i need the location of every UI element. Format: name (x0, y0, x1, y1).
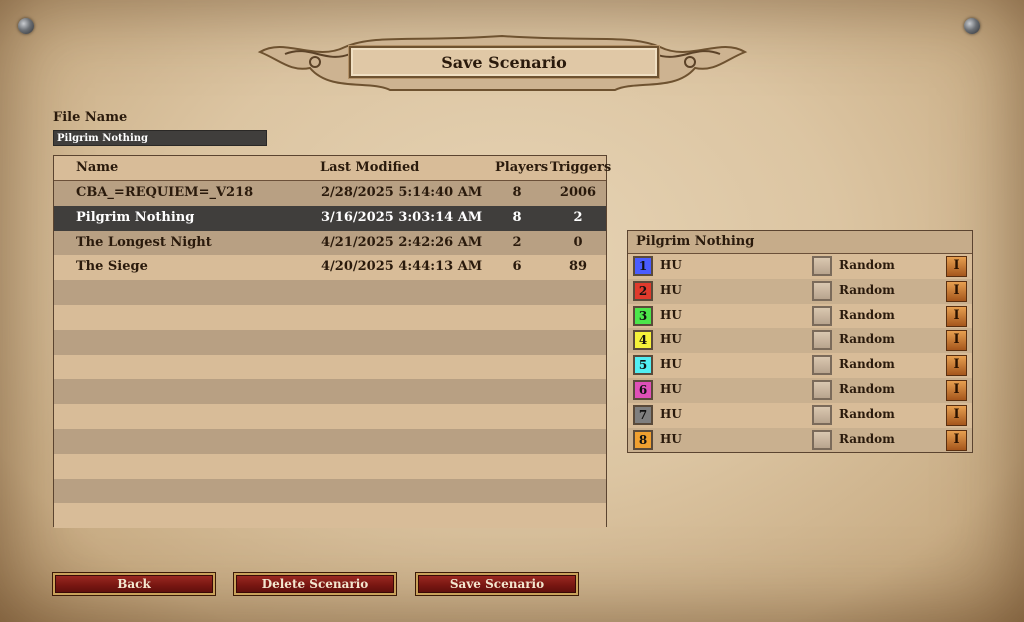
player-color-swatch[interactable]: 2 (633, 280, 653, 301)
empty-row (54, 478, 606, 504)
player-color-swatch[interactable]: 8 (633, 429, 653, 450)
player-color-swatch[interactable]: 5 (633, 355, 653, 376)
player-color-swatch[interactable]: 7 (633, 404, 653, 425)
file-name-label: File Name (53, 110, 128, 125)
player-color-swatch[interactable]: 1 (633, 256, 653, 276)
column-header-name[interactable]: Name (76, 160, 118, 175)
file-name-input[interactable] (53, 130, 267, 146)
player-tool-button[interactable]: I (946, 256, 967, 277)
player-checkbox[interactable] (812, 379, 832, 400)
player-team: Random (839, 357, 895, 372)
scenario-modified: 4/20/2025 4:44:13 AM (321, 259, 483, 275)
scenario-name: Pilgrim Nothing (76, 209, 195, 225)
list-item-selected[interactable]: Pilgrim Nothing 3/16/2025 3:03:14 AM 8 2 (54, 205, 606, 231)
player-row: 2 HU Random I (628, 278, 972, 304)
list-item[interactable]: The Siege 4/20/2025 4:44:13 AM 6 89 (54, 255, 606, 281)
scenario-triggers: 89 (568, 259, 588, 275)
player-row: 7 HU Random I (628, 402, 972, 428)
scenario-name: The Longest Night (76, 234, 212, 250)
back-button[interactable]: Back (53, 573, 215, 595)
scenario-triggers: 0 (573, 234, 583, 250)
list-body: CBA_=REQUIEM=_V218 2/28/2025 5:14:40 AM … (54, 181, 606, 529)
scenario-modified: 3/16/2025 3:03:14 AM (321, 209, 483, 225)
empty-row (54, 379, 606, 405)
player-checkbox[interactable] (812, 330, 832, 351)
list-item[interactable]: CBA_=REQUIEM=_V218 2/28/2025 5:14:40 AM … (54, 181, 606, 206)
player-team: Random (839, 406, 895, 421)
players-panel-title: Pilgrim Nothing (628, 231, 972, 254)
player-civ: HU (660, 357, 682, 372)
player-civ: HU (660, 381, 682, 396)
page-title: Save Scenario (349, 46, 659, 78)
player-row: 5 HU Random I (628, 353, 972, 378)
player-checkbox[interactable] (812, 280, 832, 301)
player-tool-button[interactable]: I (946, 379, 967, 401)
player-team: Random (839, 282, 895, 297)
player-checkbox[interactable] (812, 355, 832, 376)
scenario-name: The Siege (76, 259, 148, 275)
empty-row (54, 428, 606, 454)
scenario-list: Name Last Modified Players Triggers CBA_… (53, 155, 611, 529)
scenario-players: 2 (512, 234, 522, 250)
player-tool-button[interactable]: I (946, 429, 967, 451)
player-team: Random (839, 431, 895, 446)
player-checkbox[interactable] (812, 429, 832, 450)
player-checkbox[interactable] (812, 305, 832, 326)
player-team: Random (839, 332, 895, 347)
player-tool-button[interactable]: I (946, 330, 967, 352)
player-color-swatch[interactable]: 3 (633, 305, 653, 326)
delete-scenario-button[interactable]: Delete Scenario (234, 573, 396, 595)
column-header-players[interactable]: Players (495, 160, 548, 175)
scenario-triggers: 2006 (559, 185, 597, 200)
player-row: 4 HU Random I (628, 328, 972, 354)
player-row: 6 HU Random I (628, 377, 972, 403)
save-scenario-button[interactable]: Save Scenario (416, 573, 578, 595)
scenario-modified: 4/21/2025 2:42:26 AM (321, 234, 483, 250)
list-header: Name Last Modified Players Triggers (54, 156, 611, 181)
player-row: 1 HU Random I (628, 254, 972, 279)
list-item[interactable]: The Longest Night 4/21/2025 2:42:26 AM 2… (54, 230, 606, 256)
rivet-icon (964, 18, 980, 34)
player-civ: HU (660, 307, 682, 322)
player-tool-button[interactable]: I (946, 355, 967, 377)
column-header-triggers[interactable]: Triggers (550, 160, 611, 175)
player-civ: HU (660, 332, 682, 347)
column-header-modified[interactable]: Last Modified (320, 160, 419, 175)
player-tool-button[interactable]: I (946, 280, 967, 302)
player-row: 8 HU Random I (628, 427, 972, 453)
scenario-players: 6 (512, 259, 522, 275)
empty-row (54, 280, 606, 305)
player-civ: HU (660, 258, 682, 272)
scenario-modified: 2/28/2025 5:14:40 AM (321, 185, 483, 200)
empty-row (54, 329, 606, 355)
empty-row (54, 304, 606, 330)
scenario-players: 8 (512, 185, 522, 200)
player-tool-button[interactable]: I (946, 305, 967, 327)
scenario-name: CBA_=REQUIEM=_V218 (76, 185, 254, 200)
player-civ: HU (660, 282, 682, 297)
scenario-players: 8 (512, 209, 522, 225)
players-list: 1 HU Random I 2 HU Random I 3 HU Random I 4 HU Random I… (628, 254, 972, 453)
player-color-swatch[interactable]: 4 (633, 330, 653, 351)
rivet-icon (18, 18, 34, 34)
player-tool-button[interactable]: I (946, 404, 967, 426)
player-team: Random (839, 381, 895, 396)
player-civ: HU (660, 406, 682, 421)
players-panel: Pilgrim Nothing 1 HU Random I 2 HU Random I 3 HU R… (627, 230, 973, 453)
scenario-triggers: 2 (573, 209, 583, 225)
player-team: Random (839, 307, 895, 322)
player-checkbox[interactable] (812, 256, 832, 276)
empty-row (54, 404, 606, 429)
empty-row (54, 354, 606, 380)
empty-row (54, 503, 606, 529)
empty-row (54, 453, 606, 479)
player-team: Random (839, 258, 895, 272)
player-checkbox[interactable] (812, 404, 832, 425)
player-row: 3 HU Random I (628, 303, 972, 329)
player-color-swatch[interactable]: 6 (633, 379, 653, 400)
player-civ: HU (660, 431, 682, 446)
